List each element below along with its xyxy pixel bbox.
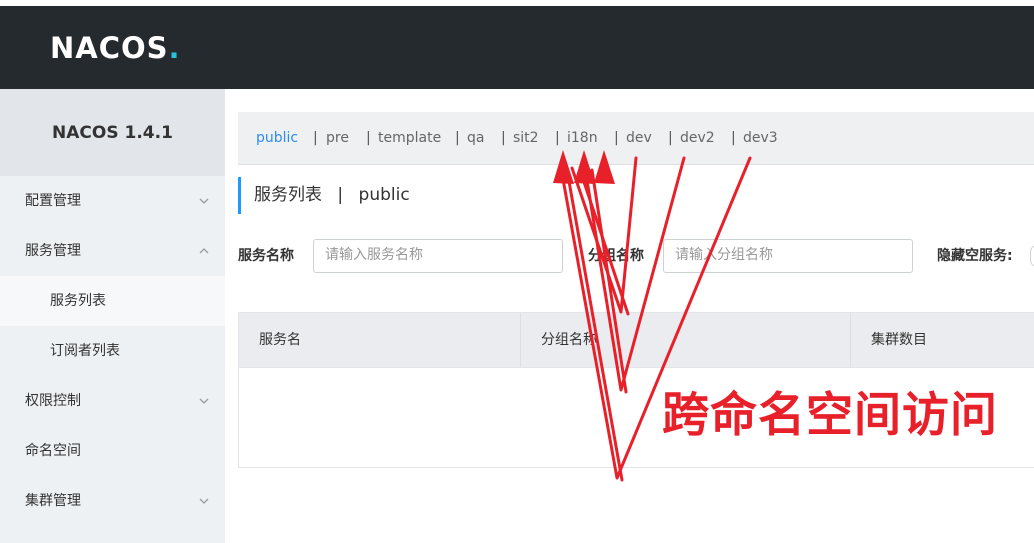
column-cluster-count[interactable]: 集群数目: [851, 313, 1034, 367]
group-name-placeholder: 请输入分组名称: [675, 247, 773, 263]
sidebar-item-label: 服务列表: [50, 293, 106, 309]
page-title: 服务列表 | public: [238, 177, 410, 214]
page-title-separator: |: [337, 185, 344, 205]
hide-empty-switch[interactable]: [1030, 245, 1034, 267]
namespace-separator: |: [313, 130, 318, 146]
namespace-separator: |: [668, 130, 673, 146]
namespace-tab-pre[interactable]: pre: [326, 112, 349, 164]
chevron-up-icon: [197, 226, 211, 276]
sidebar-item[interactable]: 命名空间: [0, 426, 225, 476]
column-service-name[interactable]: 服务名: [239, 313, 521, 367]
sidebar-item-label: 权限控制: [25, 393, 81, 409]
chevron-down-icon: [197, 476, 211, 526]
arrow-dev: [570, 156, 638, 314]
namespace-separator: |: [555, 130, 560, 146]
namespace-separator: |: [366, 130, 371, 146]
namespace-tab-template[interactable]: template: [378, 112, 441, 164]
logo-text: NACOS: [50, 31, 169, 65]
service-name-placeholder: 请输入服务名称: [325, 247, 423, 263]
sidebar-item[interactable]: 配置管理: [0, 176, 225, 226]
namespace-separator: |: [455, 130, 460, 146]
page-title-text: 服务列表: [254, 185, 322, 205]
namespace-separator: |: [614, 130, 619, 146]
sidebar-item[interactable]: 集群管理: [0, 476, 225, 526]
service-name-label: 服务名称: [238, 248, 294, 264]
service-name-input[interactable]: 请输入服务名称: [313, 239, 563, 273]
cross-namespace-annotation: 跨命名空间访问: [662, 388, 998, 443]
namespace-separator: |: [731, 130, 736, 146]
namespace-separator: |: [501, 130, 506, 146]
chevron-down-icon: [197, 176, 211, 226]
version-label: NACOS 1.4.1: [0, 89, 225, 176]
logo-dot: .: [168, 31, 181, 65]
column-group-name[interactable]: 分组名称: [521, 313, 851, 367]
sidebar-item-label: 配置管理: [25, 193, 81, 209]
namespace-bar: public | pre | template | qa | sit2 | i18n | dev | dev…: [238, 112, 1034, 165]
namespace-tab-dev2[interactable]: dev2: [680, 112, 715, 164]
namespace-tab-qa[interactable]: qa: [467, 112, 484, 164]
nacos-logo[interactable]: NACOS.: [50, 32, 181, 64]
sidebar-item-label: 订阅者列表: [50, 343, 120, 359]
namespace-tab-dev[interactable]: dev: [626, 112, 652, 164]
hide-empty-label: 隐藏空服务:: [937, 248, 1013, 264]
sidebar-item[interactable]: 服务列表: [0, 276, 225, 326]
sidebar-item[interactable]: 服务管理: [0, 226, 225, 276]
sidebar: NACOS 1.4.1 配置管理服务管理服务列表订阅者列表权限控制命名空间集群管…: [0, 89, 225, 543]
group-name-input[interactable]: 请输入分组名称: [663, 239, 913, 273]
namespace-tab-sit2[interactable]: sit2: [513, 112, 539, 164]
sidebar-item[interactable]: 权限控制: [0, 376, 225, 426]
namespace-tab-dev3[interactable]: dev3: [743, 112, 778, 164]
chevron-down-icon: [197, 376, 211, 426]
sidebar-item-label: 命名空间: [25, 443, 81, 459]
sidebar-item[interactable]: 订阅者列表: [0, 326, 225, 376]
namespace-tab-i18n[interactable]: i18n: [567, 112, 598, 164]
namespace-tab-public[interactable]: public: [256, 112, 298, 164]
sidebar-item-label: 服务管理: [25, 243, 81, 259]
table-header: 服务名 分组名称 集群数目: [239, 313, 1034, 368]
group-name-label: 分组名称: [588, 248, 644, 264]
sidebar-item-label: 集群管理: [25, 493, 81, 509]
page-title-namespace: public: [358, 185, 410, 205]
top-header: NACOS.: [0, 6, 1034, 89]
sidebar-menu: 配置管理服务管理服务列表订阅者列表权限控制命名空间集群管理: [0, 176, 225, 526]
